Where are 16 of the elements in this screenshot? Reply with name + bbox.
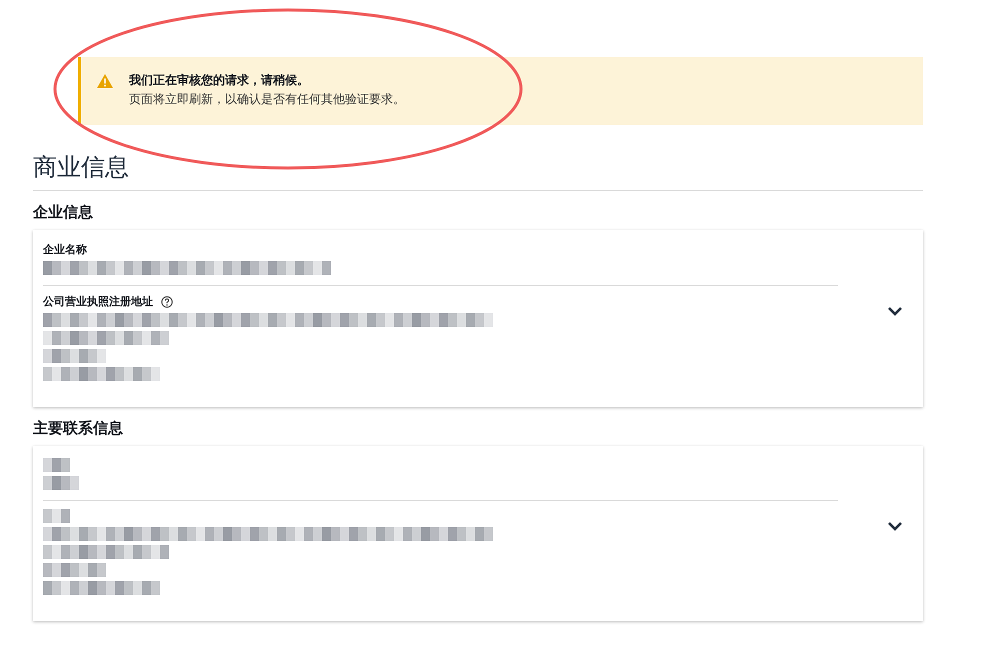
field-label: 企业名称 bbox=[43, 242, 87, 257]
alert-title: 我们正在审核您的请求，请稍候。 bbox=[129, 72, 310, 89]
redacted-text bbox=[43, 476, 79, 490]
alert-message: 页面将立即刷新，以确认是否有任何其他验证要求。 bbox=[129, 91, 405, 108]
section-title: 企业信息 bbox=[33, 202, 94, 222]
chevron-icon[interactable] bbox=[887, 520, 903, 530]
help-icon[interactable] bbox=[161, 296, 173, 308]
warning-icon bbox=[97, 74, 113, 88]
redacted-text bbox=[43, 509, 70, 523]
chevron-icon[interactable] bbox=[887, 306, 903, 316]
section-title: 主要联系信息 bbox=[33, 418, 124, 438]
redacted-text bbox=[43, 349, 106, 363]
page-title: 商业信息 bbox=[33, 152, 923, 191]
redacted-text bbox=[43, 458, 70, 472]
redacted-text bbox=[43, 563, 106, 577]
field-label: 公司营业执照注册地址 bbox=[43, 294, 153, 309]
